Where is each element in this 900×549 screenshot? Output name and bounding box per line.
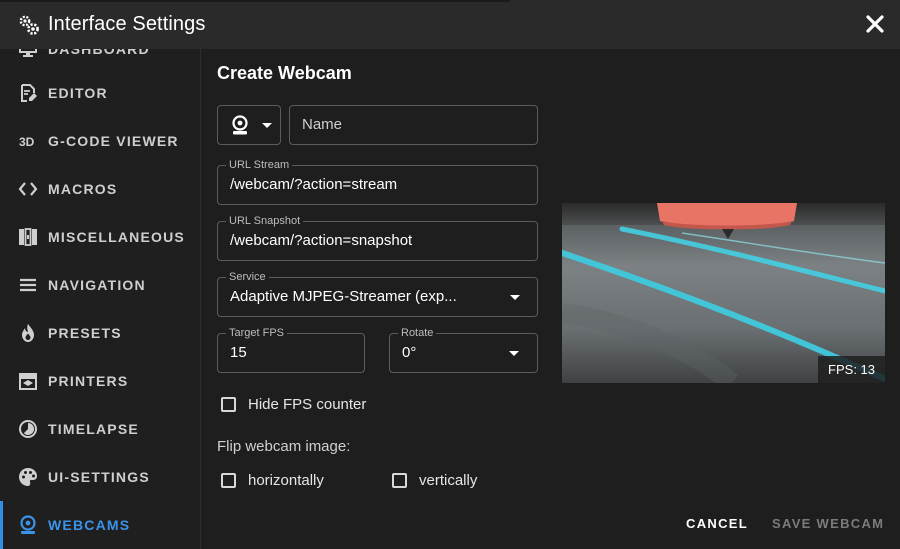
target-fps-value: 15 xyxy=(230,344,247,361)
fps-counter-badge: FPS: 13 xyxy=(818,356,885,383)
sidebar-item-webcams[interactable]: Webcams xyxy=(0,501,200,549)
url-stream-label: URL Stream xyxy=(226,159,293,171)
webcam-preview: FPS: 13 xyxy=(562,203,885,383)
blocks-icon xyxy=(18,227,38,247)
sidebar-item-navigation[interactable]: Navigation xyxy=(0,261,200,309)
fire-icon xyxy=(18,323,38,343)
code-brackets-icon xyxy=(18,179,38,199)
url-snapshot-field[interactable]: URL Snapshot /webcam/?action=snapshot xyxy=(217,215,538,261)
sidebar-item-label: Editor xyxy=(48,85,108,101)
sidebar-item-label: Miscellaneous xyxy=(48,229,185,245)
url-snapshot-label: URL Snapshot xyxy=(226,215,304,227)
flip-horizontally-checkbox[interactable]: horizontally xyxy=(221,472,324,489)
sidebar-item-label: Dashboard xyxy=(48,49,150,57)
hide-fps-label: Hide FPS counter xyxy=(248,396,367,413)
target-fps-label: Target FPS xyxy=(226,327,288,339)
service-label: Service xyxy=(226,271,269,283)
sidebar-item-macros[interactable]: Macros xyxy=(0,165,200,213)
page-title: Create Webcam xyxy=(217,63,352,83)
chevron-down-icon xyxy=(509,351,519,356)
sidebar-item-editor[interactable]: Editor xyxy=(0,69,200,117)
flip-vertically-label: vertically xyxy=(419,472,478,489)
webcam-icon xyxy=(18,515,38,535)
svg-text:3D: 3D xyxy=(19,135,35,149)
sidebar-item-label: Timelapse xyxy=(48,421,139,437)
rotate-select[interactable]: Rotate 0° xyxy=(389,327,538,373)
cogs-icon xyxy=(18,14,40,36)
sidebar-item-label: Navigation xyxy=(48,277,146,293)
checkbox-box[interactable] xyxy=(221,397,236,412)
rotate-label: Rotate xyxy=(398,327,437,339)
dashboard-icon xyxy=(18,49,38,59)
url-stream-value: /webcam/?action=stream xyxy=(230,176,398,193)
sidebar-item-label: Webcams xyxy=(48,517,131,533)
name-placeholder: Name xyxy=(302,116,343,133)
palette-icon xyxy=(18,467,38,487)
close-icon[interactable] xyxy=(864,13,886,35)
dialog-title-bar: Interface Settings xyxy=(0,0,900,49)
sidebar-item-gcode-viewer[interactable]: 3D G-Code Viewer xyxy=(0,117,200,165)
webcam-icon xyxy=(230,115,250,142)
sidebar-item-label: Macros xyxy=(48,181,118,197)
sidebar-item-printers[interactable]: Printers xyxy=(0,357,200,405)
chevron-down-icon xyxy=(262,123,272,128)
sidebar-item-timelapse[interactable]: Timelapse xyxy=(0,405,200,453)
chevron-down-icon xyxy=(510,295,520,300)
url-snapshot-value: /webcam/?action=snapshot xyxy=(230,232,413,249)
printer-3d-icon xyxy=(18,371,38,391)
flip-vertically-checkbox[interactable]: vertically xyxy=(392,472,477,489)
sidebar-item-label: Presets xyxy=(48,325,122,341)
file-edit-icon xyxy=(18,83,38,103)
service-value: Adaptive MJPEG-Streamer (exp... xyxy=(230,288,457,305)
webcam-icon-select[interactable] xyxy=(217,105,281,145)
settings-sidebar: Dashboard Editor 3D G-Code Viewer Macros… xyxy=(0,49,201,549)
dialog-title: Interface Settings xyxy=(48,13,206,35)
3d-icon: 3D xyxy=(18,131,38,151)
sidebar-item-label: UI-Settings xyxy=(48,469,150,485)
flip-horizontally-label: horizontally xyxy=(248,472,324,489)
save-webcam-button[interactable]: SAVE WEBCAM xyxy=(772,516,884,531)
cancel-button[interactable]: CANCEL xyxy=(686,516,748,531)
sidebar-item-label: Printers xyxy=(48,373,129,389)
webcam-form-panel: Create Webcam Name URL Stream /webcam/?a… xyxy=(201,49,900,549)
flip-label: Flip webcam image: xyxy=(217,438,351,455)
sidebar-item-ui-settings[interactable]: UI-Settings xyxy=(0,453,200,501)
sidebar-item-miscellaneous[interactable]: Miscellaneous xyxy=(0,213,200,261)
checkbox-box[interactable] xyxy=(392,473,407,488)
timelapse-icon xyxy=(18,419,38,439)
rotate-value: 0° xyxy=(402,344,417,361)
menu-icon xyxy=(18,275,38,295)
sidebar-item-label: G-Code Viewer xyxy=(48,133,179,149)
title-bar-strip xyxy=(0,0,510,2)
hide-fps-checkbox[interactable]: Hide FPS counter xyxy=(221,396,366,413)
service-select[interactable]: Service Adaptive MJPEG-Streamer (exp... xyxy=(217,271,538,317)
target-fps-field[interactable]: Target FPS 15 xyxy=(217,327,365,373)
name-field[interactable]: Name xyxy=(289,105,538,145)
sidebar-item-presets[interactable]: Presets xyxy=(0,309,200,357)
url-stream-field[interactable]: URL Stream /webcam/?action=stream xyxy=(217,159,538,205)
checkbox-box[interactable] xyxy=(221,473,236,488)
